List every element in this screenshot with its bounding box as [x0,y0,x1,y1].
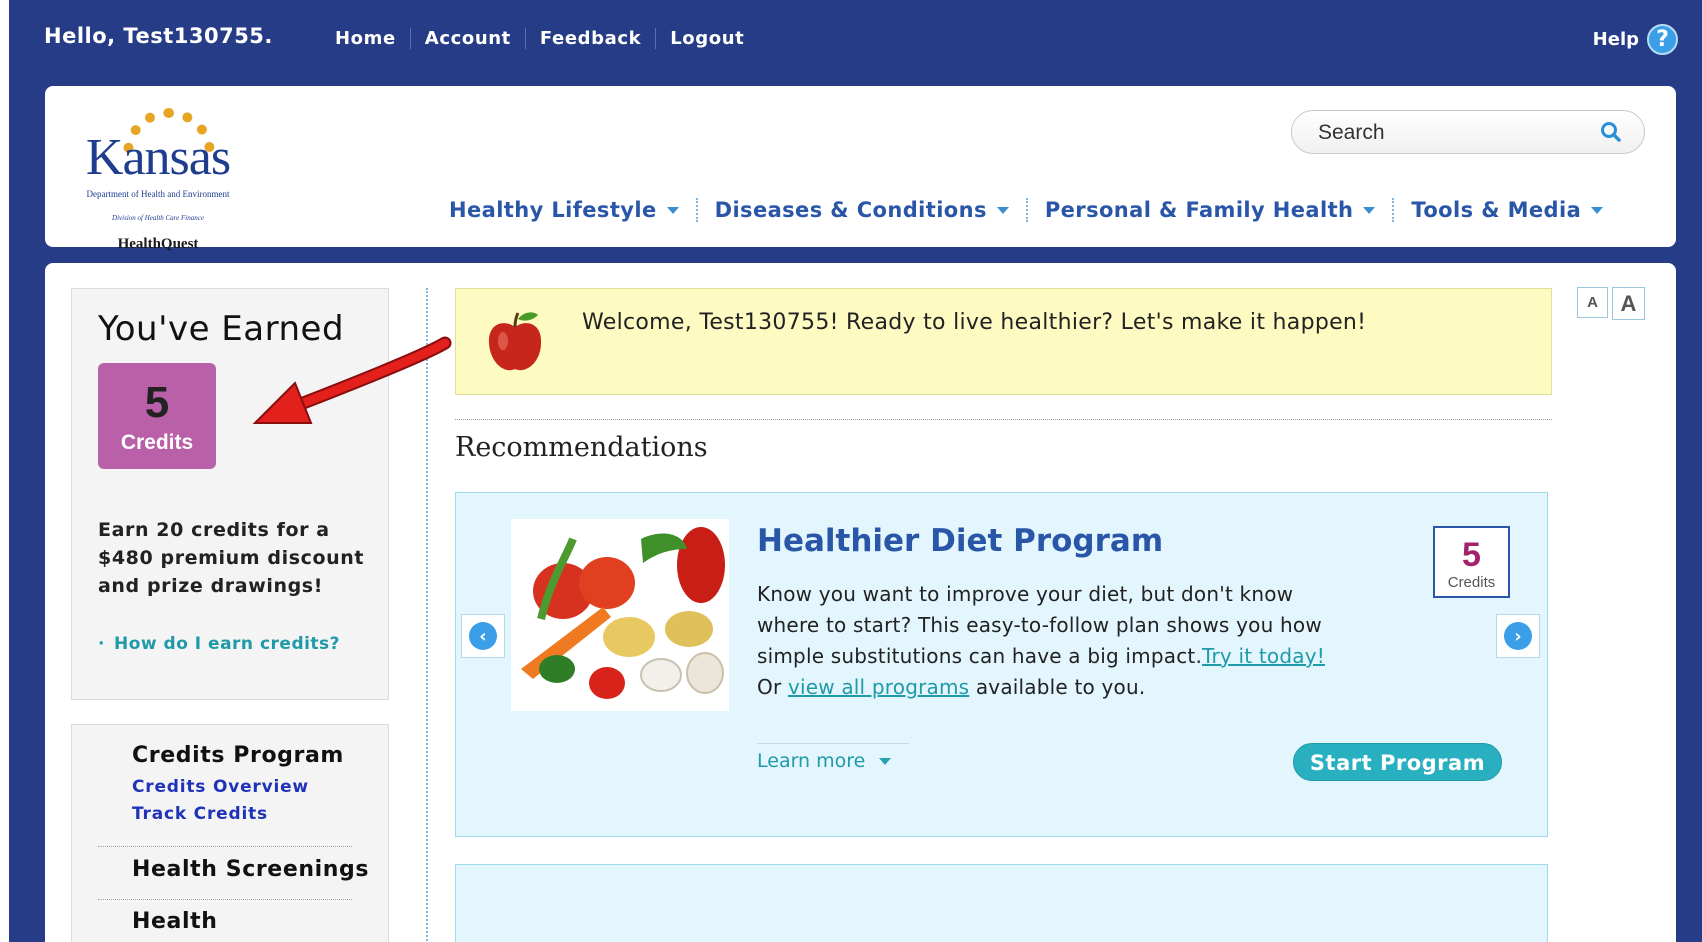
nav-label: Tools & Media [1411,198,1582,222]
logout-link[interactable]: Logout [655,28,758,49]
logo-department: Department of Health and Environment [86,189,230,199]
recommendations-heading: Recommendations [455,432,708,463]
caret-down-icon [879,757,892,765]
divider [98,899,352,900]
program-credits-label: Credits [1447,574,1496,591]
nav-healthy-lifestyle[interactable]: Healthy Lifestyle [449,198,696,222]
help-label: Help [1592,29,1639,50]
logo-product: HealthQuest [117,236,199,252]
feedback-link[interactable]: Feedback [524,28,655,49]
credits-program-heading[interactable]: Credits Program [132,743,344,768]
carousel-prev-button[interactable]: ‹ [461,614,505,658]
caret-down-icon [666,206,679,214]
caret-down-icon [996,206,1009,214]
app-frame: Hello, Test130755. Home Account Feedback… [9,0,1702,942]
caret-down-icon [1363,206,1376,214]
welcome-banner: Welcome, Test130755! Ready to live healt… [455,288,1552,395]
credits-value: 5 [144,378,170,427]
red-arrow-annotation [252,336,452,424]
search-box [1291,110,1645,154]
kansas-healthquest-logo[interactable]: Kansas Department of Health and Environm… [83,108,233,252]
logo-wordmark: Kansas [85,129,231,186]
nav-label: Personal & Family Health [1044,198,1354,222]
start-program-button[interactable]: Start Program [1293,743,1502,781]
font-size-controls: A A [1577,287,1645,320]
earn-description: Earn 20 credits for a $480 premium disco… [98,519,365,597]
learn-more-label: Learn more [757,750,866,772]
welcome-message: Welcome, Test130755! Ready to live healt… [582,310,1367,335]
carousel-next-button[interactable]: › [1496,614,1540,658]
program-credits-value: 5 [1462,536,1481,574]
how-earn-credits-link[interactable]: How do I earn credits? [98,634,358,655]
account-link[interactable]: Account [409,28,525,49]
font-size-large-button[interactable]: A [1612,287,1645,320]
chevron-right-icon: › [1504,622,1532,650]
main-nav: Healthy Lifestyle Diseases & Conditions … [449,198,1620,222]
home-link[interactable]: Home [335,28,410,49]
site-header: Kansas Department of Health and Environm… [45,86,1676,252]
greeting: Hello, Test130755. [44,24,273,48]
help-button[interactable]: Help ? [1593,24,1678,55]
health-screenings-link[interactable]: Health Screenings [132,857,369,882]
health-link[interactable]: Health [132,909,218,934]
divider [98,846,352,847]
search-input[interactable] [1318,119,1588,147]
nav-personal-family-health[interactable]: Personal & Family Health [1025,198,1393,222]
recommendation-card [455,864,1548,942]
or-text: Or [757,675,788,699]
top-bar: Hello, Test130755. Home Account Feedback… [9,0,1702,82]
nav-label: Healthy Lifestyle [449,198,657,222]
program-description: Know you want to improve your diet, but … [757,579,1357,703]
caret-down-icon [1591,206,1604,214]
program-title[interactable]: Healthier Diet Program [757,523,1163,559]
apple-icon [488,312,542,371]
recommendation-card: ‹ Healthier Diet Program 5 Credits Know … [455,492,1548,837]
font-size-small-button[interactable]: A [1577,287,1608,318]
learn-more-toggle[interactable]: Learn more [757,743,909,772]
credits-label: Credits [120,431,194,454]
credits-badge: 5 Credits [98,363,216,469]
track-credits-link[interactable]: Track Credits [132,804,268,824]
nav-diseases-conditions[interactable]: Diseases & Conditions [695,198,1026,222]
account-links: Home Account Feedback Logout [335,28,758,49]
logo-division: Division of Health Care Finance [112,214,204,222]
search-icon[interactable] [1600,121,1622,143]
credits-side-nav: Credits Program Credits Overview Track C… [71,724,389,942]
nav-label: Diseases & Conditions [714,198,987,222]
program-credits-badge: 5 Credits [1433,526,1510,598]
available-text: available to you. [969,675,1146,699]
nav-tools-media[interactable]: Tools & Media [1392,198,1620,222]
help-icon: ? [1647,24,1678,55]
chevron-left-icon: ‹ [469,622,497,650]
view-all-programs-link[interactable]: view all programs [788,675,969,699]
vegetables-image [511,519,729,711]
credits-overview-link[interactable]: Credits Overview [132,777,309,797]
divider [455,419,1552,420]
content-panel: You've Earned 5 Credits Earn 20 credits … [45,263,1676,942]
try-it-today-link[interactable]: Try it today! [1202,644,1325,668]
